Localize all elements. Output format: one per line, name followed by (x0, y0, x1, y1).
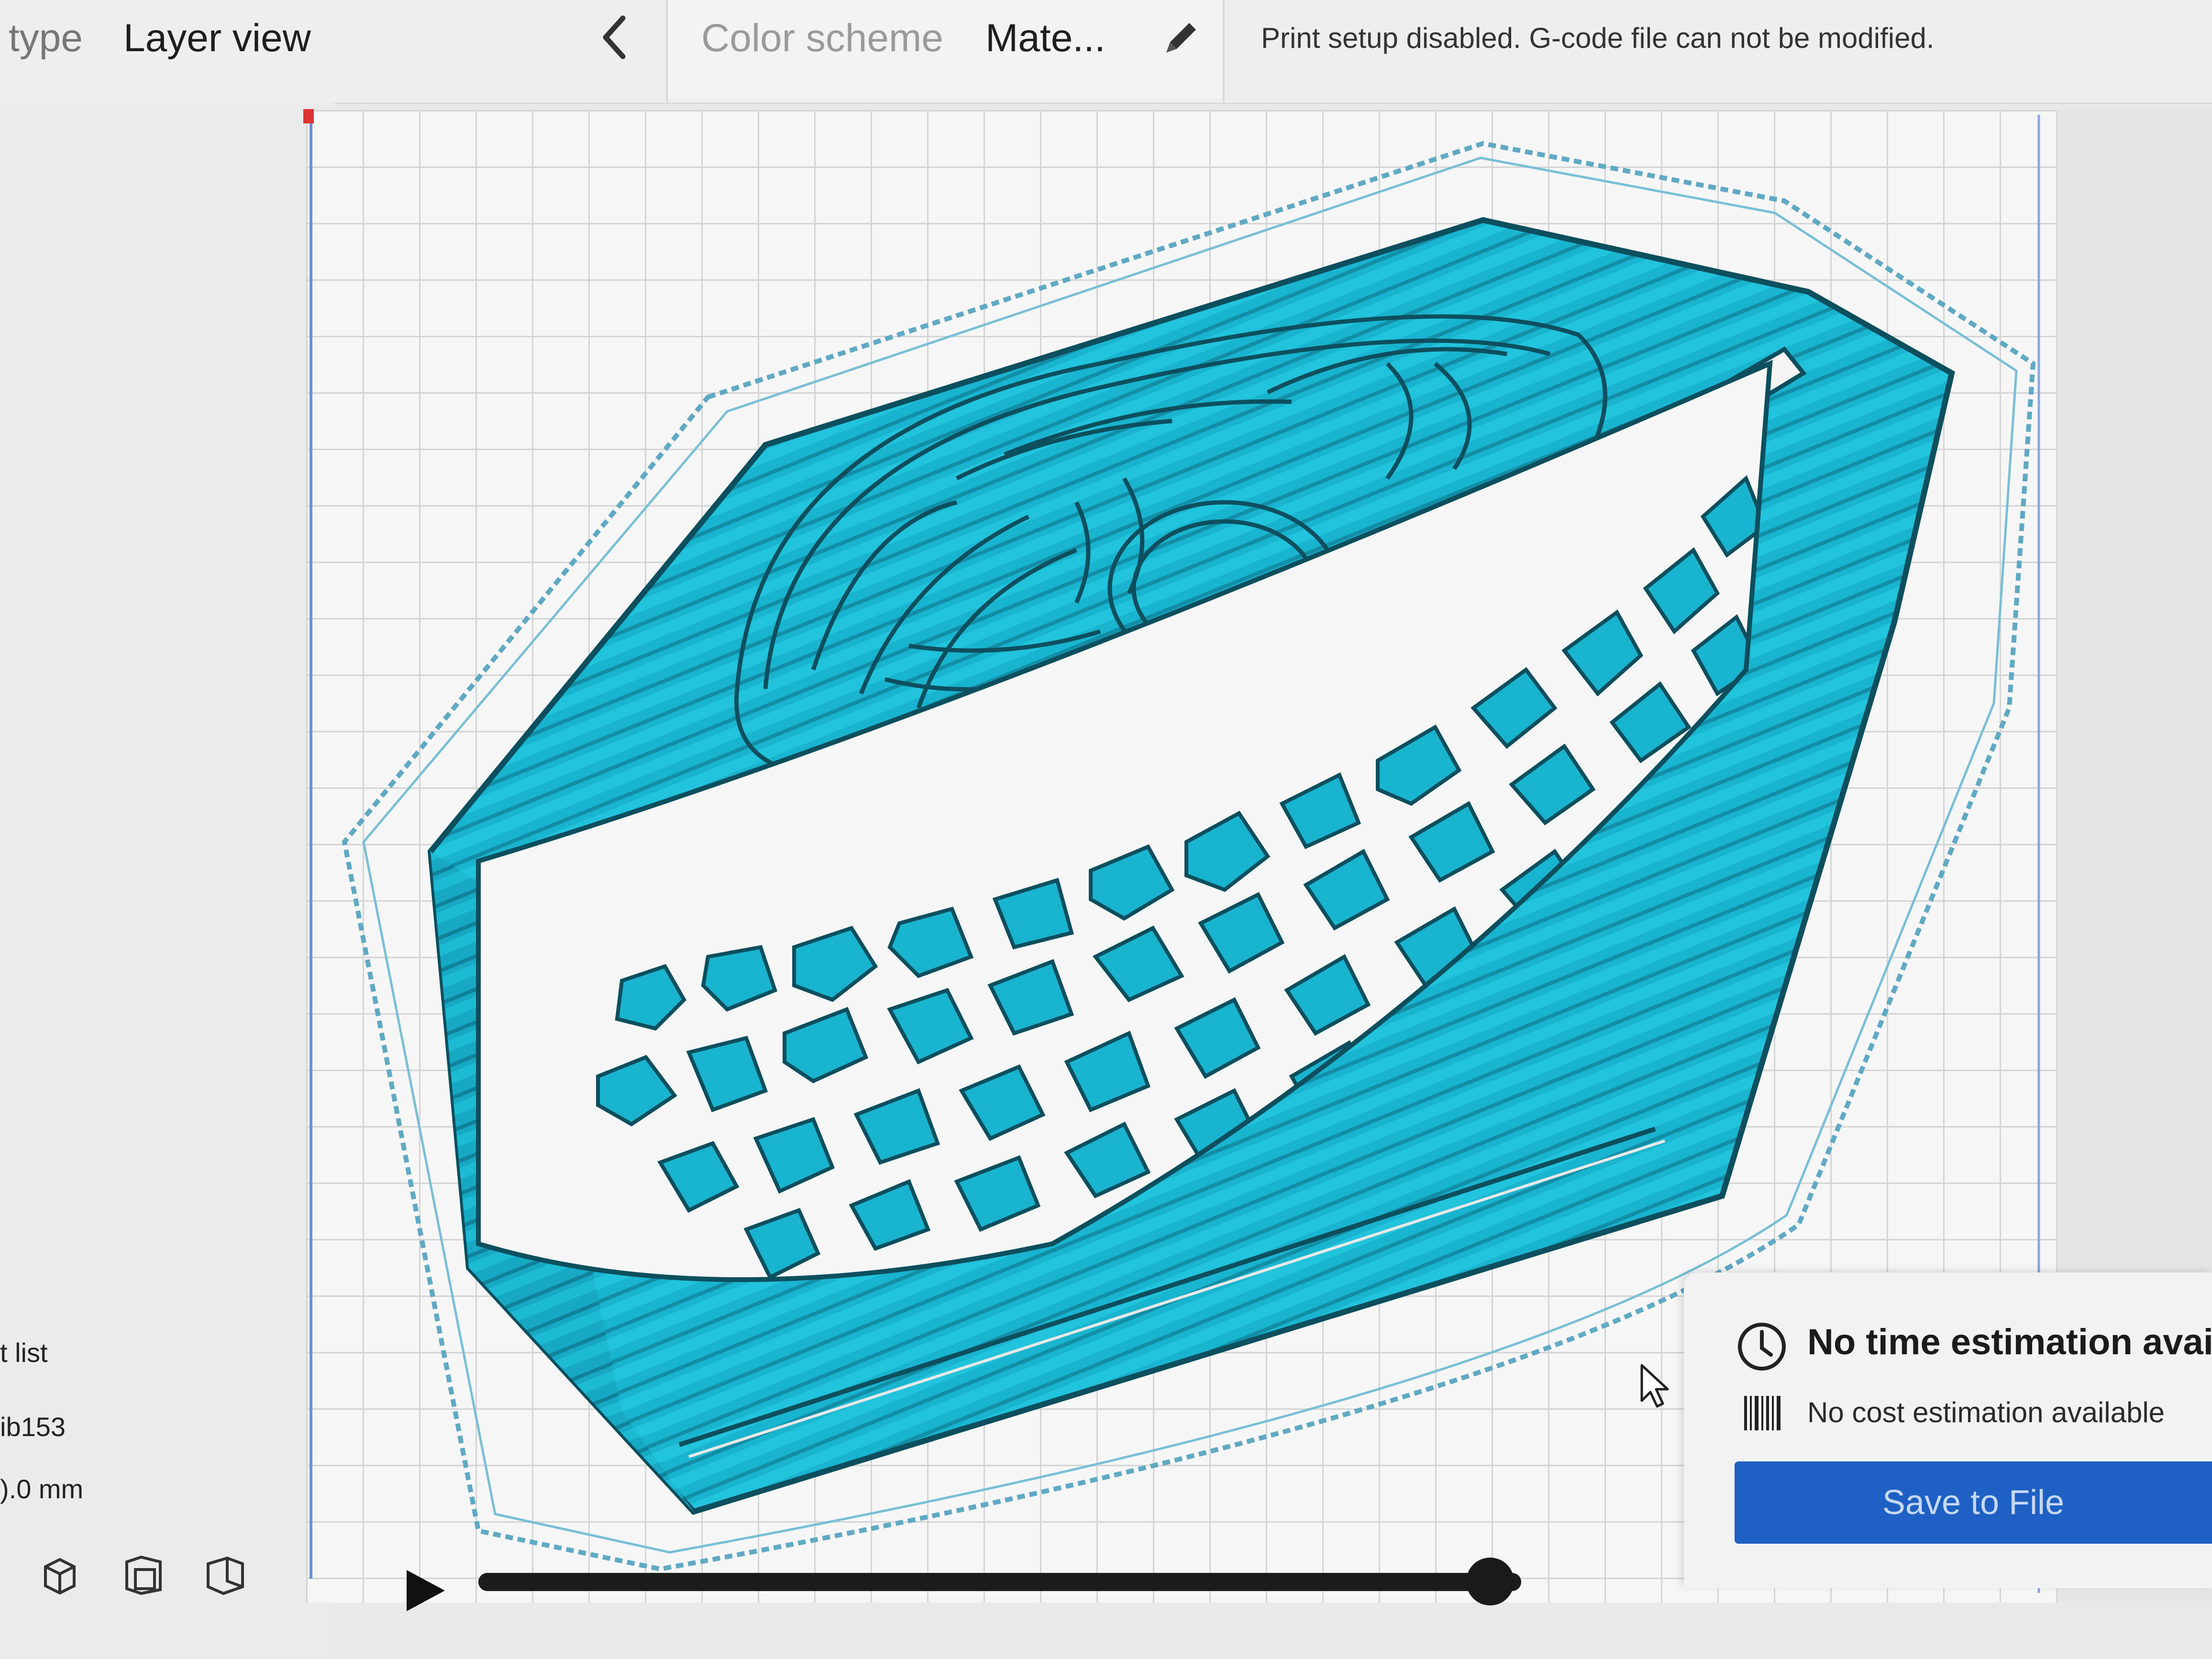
print-info-panel: No time estimation available No cost est… (1684, 1272, 2212, 1588)
barcode-icon (1744, 1396, 1781, 1430)
layer-slider-track[interactable] (478, 1573, 1521, 1591)
origin-marker (303, 109, 314, 123)
cost-estimate-text: No cost estimation available (1807, 1396, 2165, 1428)
mouse-cursor-icon (1640, 1364, 1669, 1408)
time-estimate-text: No time estimation available (1807, 1322, 2212, 1362)
play-icon[interactable] (402, 1564, 450, 1617)
layer-slider-handle[interactable] (1466, 1558, 1514, 1605)
save-to-file-button[interactable]: Save to File (1735, 1461, 2212, 1544)
layer-slider-fill (478, 1573, 1490, 1591)
clock-icon (1738, 1323, 1786, 1371)
